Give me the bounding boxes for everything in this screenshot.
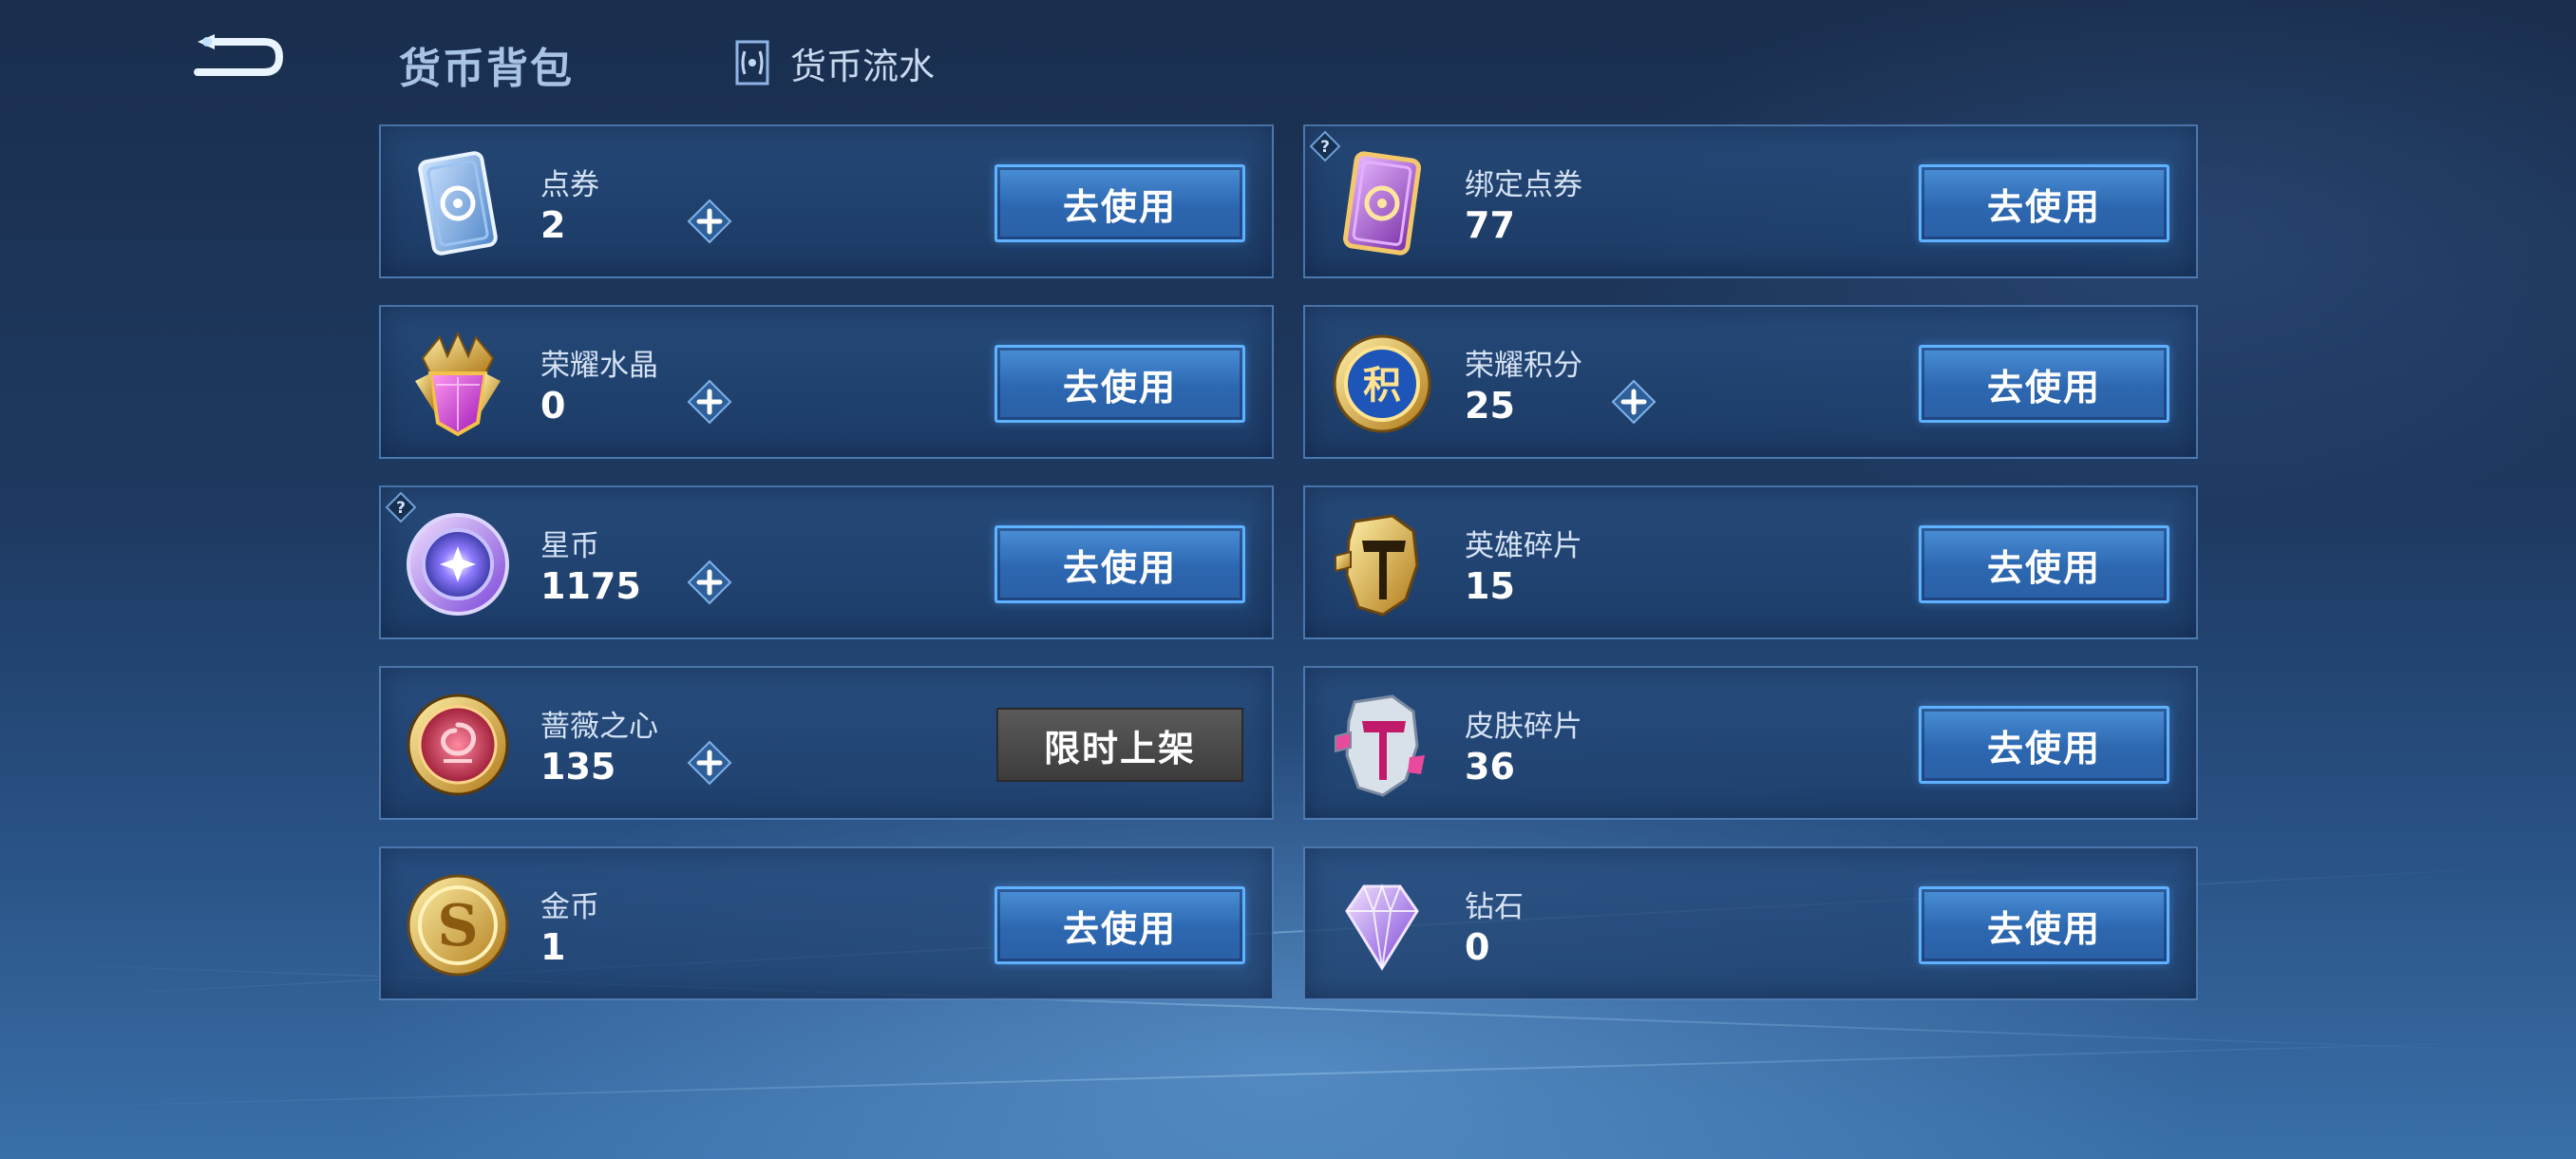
use-button[interactable]: 去使用: [1919, 706, 2169, 784]
add-currency-button[interactable]: [687, 560, 732, 605]
use-button[interactable]: 去使用: [1919, 886, 2169, 964]
svg-text:积: 积: [1363, 364, 1401, 408]
currency-name: 金币: [540, 890, 599, 924]
use-button[interactable]: 去使用: [994, 345, 1245, 423]
currency-name: 荣耀水晶: [540, 349, 658, 383]
add-currency-button[interactable]: [1611, 379, 1657, 425]
currency-amount: 77: [1465, 204, 1515, 246]
currency-card: ? 星币 1175 去使用: [379, 485, 1274, 639]
back-arrow-icon: [194, 34, 284, 76]
use-button[interactable]: 去使用: [994, 164, 1245, 242]
currency-name: 点券: [540, 168, 599, 202]
currency-name: 星币: [540, 529, 599, 563]
add-currency-button[interactable]: [687, 379, 732, 425]
ledger-icon: [735, 40, 769, 86]
rose-heart-icon: [402, 689, 514, 801]
coupon-card-icon: [402, 147, 514, 259]
currency-card: 蔷薇之心 135 限时上架: [379, 666, 1274, 820]
currency-name: 绑定点券: [1465, 168, 1582, 202]
currency-name: 蔷薇之心: [540, 710, 658, 744]
use-button[interactable]: 去使用: [1919, 164, 2169, 242]
use-button[interactable]: 去使用: [994, 525, 1245, 603]
currency-card: 积 荣耀积分 25 去使用: [1303, 305, 2198, 459]
glory-points-icon: 积: [1326, 328, 1438, 440]
back-button[interactable]: [180, 28, 290, 90]
page-title[interactable]: 货币背包: [399, 34, 574, 95]
use-button[interactable]: 去使用: [1919, 345, 2169, 423]
currency-amount: 1: [540, 926, 566, 968]
diamond-icon: [1326, 869, 1438, 981]
limited-time-button: 限时上架: [996, 708, 1243, 782]
currency-amount: 1175: [540, 565, 641, 607]
gold-coin-icon: S: [402, 869, 514, 981]
add-currency-button[interactable]: [687, 199, 732, 244]
currency-card: ? 绑定点券 77 去使用: [1303, 124, 2198, 278]
currency-amount: 15: [1465, 565, 1515, 607]
hero-fragment-icon: [1326, 508, 1438, 620]
star-coin-icon: [402, 508, 514, 620]
currency-card: 点券 2 去使用: [379, 124, 1274, 278]
currency-amount: 135: [540, 746, 616, 788]
currency-name: 皮肤碎片: [1465, 710, 1582, 744]
use-button[interactable]: 去使用: [994, 886, 1245, 964]
currency-card: S 金币 1 去使用: [379, 846, 1274, 1000]
svg-text:S: S: [437, 893, 478, 960]
currency-card: 英雄碎片 15 去使用: [1303, 485, 2198, 639]
tab-currency-flow-label: 货币流水: [790, 45, 936, 87]
bound-coupon-card-icon: [1326, 147, 1438, 259]
currency-name: 钻石: [1465, 890, 1524, 924]
currency-amount: 25: [1465, 385, 1515, 427]
currency-amount: 36: [1465, 746, 1515, 788]
background-wave: [0, 1039, 2576, 1110]
currency-name: 荣耀积分: [1465, 349, 1582, 383]
tab-currency-flow[interactable]: 货币流水: [731, 38, 935, 87]
currency-amount: 2: [540, 204, 566, 246]
glory-crystal-icon: [402, 328, 514, 440]
currency-card: 钻石 0 去使用: [1303, 846, 2198, 1000]
currency-card: 荣耀水晶 0 去使用: [379, 305, 1274, 459]
currency-card: 皮肤碎片 36 去使用: [1303, 666, 2198, 820]
skin-fragment-icon: [1326, 689, 1438, 801]
currency-name: 英雄碎片: [1465, 529, 1582, 563]
add-currency-button[interactable]: [687, 740, 732, 786]
currency-amount: 0: [1465, 926, 1490, 968]
use-button[interactable]: 去使用: [1919, 525, 2169, 603]
currency-amount: 0: [540, 385, 566, 427]
